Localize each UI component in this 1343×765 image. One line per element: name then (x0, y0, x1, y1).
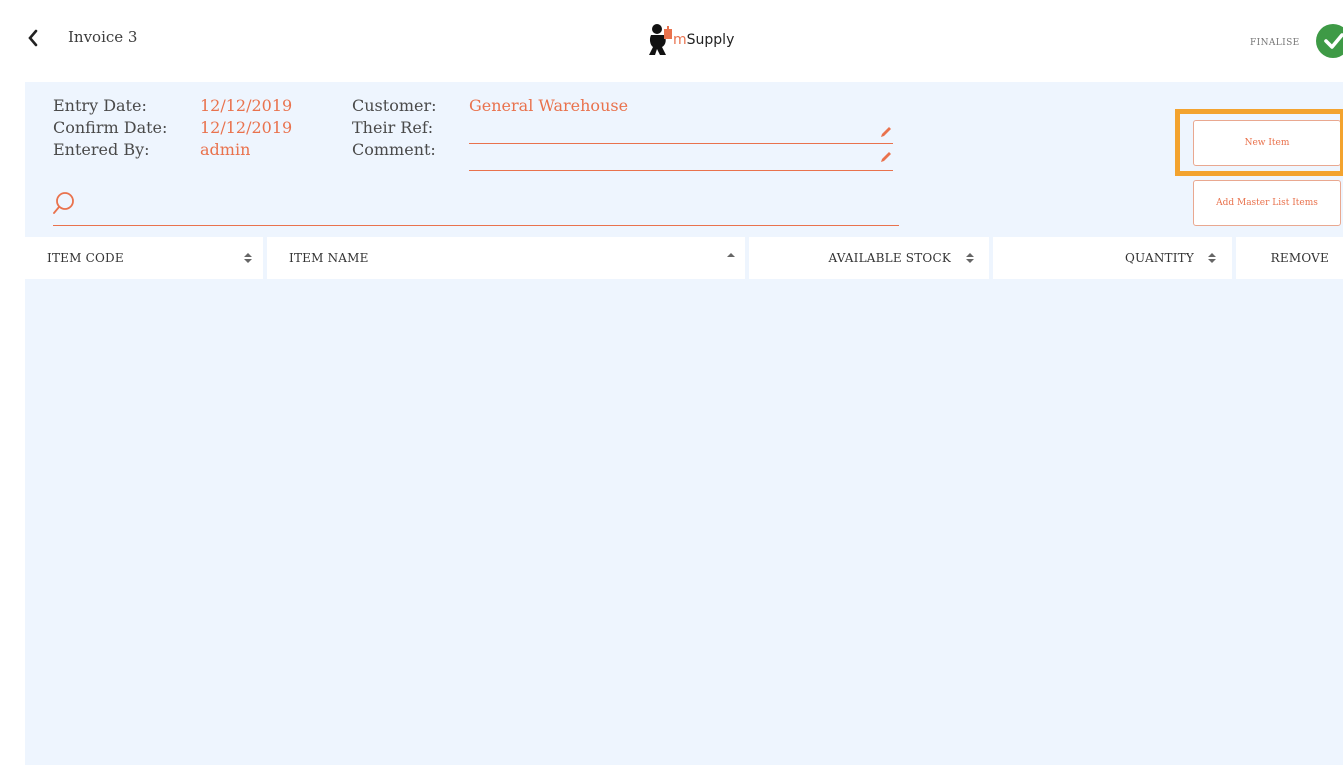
table-header: ITEM CODE ITEM NAME AVAILABLE STOCK QUAN… (25, 237, 1343, 279)
sort-icon[interactable] (965, 252, 975, 264)
customer-label: Customer: (352, 96, 437, 115)
search-input[interactable] (53, 188, 899, 226)
comment-underline (469, 170, 893, 171)
new-item-highlight (1175, 109, 1343, 176)
column-header-available-stock[interactable]: AVAILABLE STOCK (749, 237, 989, 279)
table-body (25, 279, 1343, 765)
column-header-item-code[interactable]: ITEM CODE (25, 237, 263, 279)
logo-text: mSupply (673, 32, 735, 48)
entered-by-label: Entered By: (53, 140, 150, 159)
finalise-label[interactable]: FINALISE (1250, 38, 1300, 48)
column-header-quantity[interactable]: QUANTITY (993, 237, 1232, 279)
page-title: Invoice 3 (68, 28, 138, 46)
sort-icon[interactable] (1207, 252, 1217, 264)
search-icon[interactable] (53, 190, 81, 218)
sort-icon[interactable] (243, 252, 253, 264)
column-header-item-name[interactable]: ITEM NAME (267, 237, 745, 279)
their-ref-edit-icon[interactable] (879, 125, 893, 139)
sort-ascending-icon[interactable] (726, 252, 736, 264)
finalise-check-icon[interactable] (1316, 24, 1343, 58)
entered-by-value: admin (200, 140, 251, 159)
customer-value: General Warehouse (469, 96, 629, 115)
logo-figure-icon (649, 24, 672, 55)
msupply-logo: mSupply (645, 22, 734, 58)
invoice-panel: Entry Date: 12/12/2019 Confirm Date: 12/… (25, 82, 1343, 765)
add-master-list-items-button[interactable]: Add Master List Items (1193, 180, 1341, 226)
confirm-date-label: Confirm Date: (53, 118, 168, 137)
column-header-remove: REMOVE (1236, 237, 1343, 279)
back-icon[interactable] (26, 28, 40, 48)
their-ref-label: Their Ref: (352, 118, 434, 137)
comment-label: Comment: (352, 140, 436, 159)
entry-date-value: 12/12/2019 (200, 96, 293, 115)
comment-edit-icon[interactable] (879, 150, 893, 164)
entry-date-label: Entry Date: (53, 96, 147, 115)
top-bar: Invoice 3 mSupply FINALISE (0, 0, 1343, 80)
their-ref-underline (469, 143, 893, 144)
confirm-date-value: 12/12/2019 (200, 118, 293, 137)
